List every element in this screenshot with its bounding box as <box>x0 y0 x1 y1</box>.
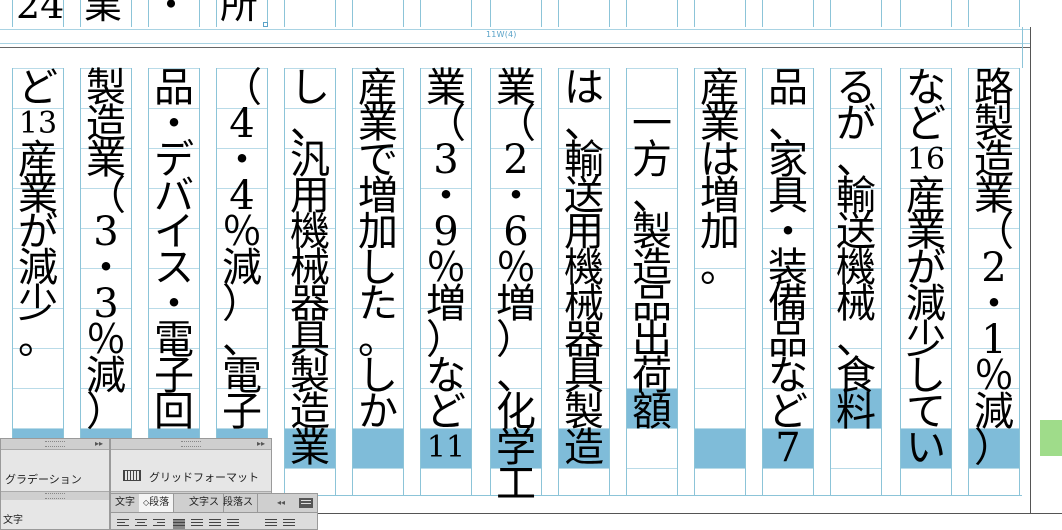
text-glyph: 工 <box>496 461 536 507</box>
top-grid-column <box>490 0 542 27</box>
grid-format-label[interactable]: グリッドフォーマット <box>149 469 259 485</box>
text-glyph: ） <box>974 425 1014 471</box>
grid-cell <box>695 308 745 348</box>
text-glyph: ど <box>18 65 58 111</box>
top-grid-column <box>284 0 336 27</box>
grid-format-icon <box>123 470 141 481</box>
text-column[interactable]: （4 ・ 4 ％減）、電子 <box>216 68 268 495</box>
text-column[interactable]: 製造業（3 ・ 3 ％減） <box>80 68 132 495</box>
justify-center-icon[interactable] <box>191 519 203 529</box>
top-strip-character: ・ <box>152 0 191 27</box>
grid-cell-highlighted <box>695 428 745 468</box>
frame-grid-header: 11W(4) <box>0 27 1062 68</box>
text-column[interactable]: 産業で増加した。しか <box>352 68 404 495</box>
gradient-panel[interactable]: ▸▸ グラデーション 文字 <box>0 438 110 530</box>
text-column[interactable]: 業（2 ・ 6 ％増）、化学工 <box>490 68 542 504</box>
collapse-panel-icon[interactable]: ◂◂ <box>277 494 285 512</box>
text-glyph: 。 <box>18 317 58 363</box>
text-glyph: 造 <box>564 425 604 471</box>
grid-cell <box>969 468 1019 508</box>
text-glyph: ど <box>906 101 946 147</box>
text-glyph: 業 <box>290 425 330 471</box>
text-column[interactable]: 産業は増加。 <box>694 68 746 495</box>
grid-cell <box>421 468 471 508</box>
tab-paragraph[interactable]: ◇段落 <box>139 494 175 512</box>
text-glyph: 11 <box>426 430 466 465</box>
grid-cell <box>763 468 813 508</box>
text-glyph: い <box>906 425 946 471</box>
top-grid-column <box>900 0 952 27</box>
text-column[interactable]: など 16 産業が減少してい <box>900 68 952 495</box>
grid-cell <box>353 468 403 508</box>
align-towards-spine-icon[interactable] <box>265 519 277 529</box>
justify-all-icon[interactable] <box>227 519 239 529</box>
text-glyph: 回 <box>154 389 194 435</box>
tab-character[interactable]: 文字 <box>111 494 140 512</box>
text-glyph: ） <box>86 389 126 435</box>
tab-paragraph-styles[interactable]: 段落ス <box>219 494 258 512</box>
collapse-panel-icon[interactable]: ▸▸ <box>257 439 265 449</box>
text-glyph: 7 <box>775 425 801 471</box>
frame-grid-size-label: 11W(4) <box>486 30 517 39</box>
grid-cell <box>695 348 745 388</box>
text-column[interactable]: 業（3 ・ 9 ％増）など 11 <box>420 68 472 495</box>
text-glyph: 子 <box>222 389 262 435</box>
align-away-spine-icon[interactable] <box>283 519 295 529</box>
grid-cell <box>695 388 745 428</box>
top-grid-column <box>968 0 1020 27</box>
panel-drag-handle[interactable]: ▸▸ <box>111 439 271 450</box>
justify-right-icon[interactable] <box>209 519 221 529</box>
panel-menu-icon[interactable] <box>299 498 313 508</box>
align-right-icon[interactable] <box>153 519 165 529</box>
top-grid-column <box>420 0 472 27</box>
grid-cell <box>627 468 677 508</box>
top-grid-column <box>830 0 882 27</box>
grid-cell <box>559 468 609 508</box>
text-column[interactable]: 品・デバイス・電子回 <box>148 68 200 495</box>
grid-cell <box>901 468 951 508</box>
top-grid-column <box>352 0 404 27</box>
justify-left-icon[interactable] <box>173 519 185 529</box>
top-strip-character: 所 <box>220 0 259 27</box>
previous-frame-strip: 24 業 ・ 所 <box>0 0 1062 27</box>
text-glyph: か <box>358 389 398 435</box>
text-column[interactable]: 品、家具・装備品など 7 <box>762 68 814 495</box>
align-center-icon[interactable] <box>135 519 147 529</box>
page-margin-line <box>1030 68 1031 513</box>
text-glyph: ど <box>426 389 466 435</box>
grid-cell <box>695 468 745 508</box>
gradient-panel-label[interactable]: グラデーション <box>5 471 82 487</box>
top-grid-column <box>762 0 814 27</box>
text-glyph: 料 <box>836 389 876 435</box>
panel-drag-handle[interactable]: ▸▸ <box>1 439 109 450</box>
text-column[interactable]: ど 13 産業が減少。 <box>12 68 64 495</box>
text-column[interactable]: は、輸送用機械器具製造 <box>558 68 610 495</box>
top-grid-column <box>626 0 678 27</box>
text-glyph: 。 <box>700 245 740 291</box>
grid-cell <box>831 468 881 508</box>
text-column[interactable]: し、汎用機械器具製造業 <box>284 68 336 495</box>
grid-cell <box>13 388 63 428</box>
text-glyph: 額 <box>632 389 672 435</box>
top-strip-character: 24 <box>16 0 65 27</box>
overset-indicator <box>1040 420 1062 456</box>
text-column[interactable]: 路製造業（2 ・ 1 ％減） <box>968 68 1020 495</box>
top-strip-character: 業 <box>84 0 123 27</box>
text-column[interactable]: るが、輸送機械、食料 <box>830 68 882 495</box>
paragraph-panel[interactable]: 文字 ◇段落 文字ス 段落ス ◂◂ <box>110 493 318 530</box>
top-grid-column <box>558 0 610 27</box>
top-grid-column <box>694 0 746 27</box>
character-panel-label[interactable]: 文字 <box>3 511 23 526</box>
align-left-icon[interactable] <box>117 519 129 529</box>
indesign-document-canvas[interactable]: 24 業 ・ 所 11W(4) 路製造業（2 ・ 1 ％減） など 16 産業が減少しているが、輸… <box>0 0 1062 530</box>
collapse-panel-icon[interactable]: ▸▸ <box>95 439 103 449</box>
text-column[interactable]: 一方、製造品出荷額 <box>626 68 678 495</box>
